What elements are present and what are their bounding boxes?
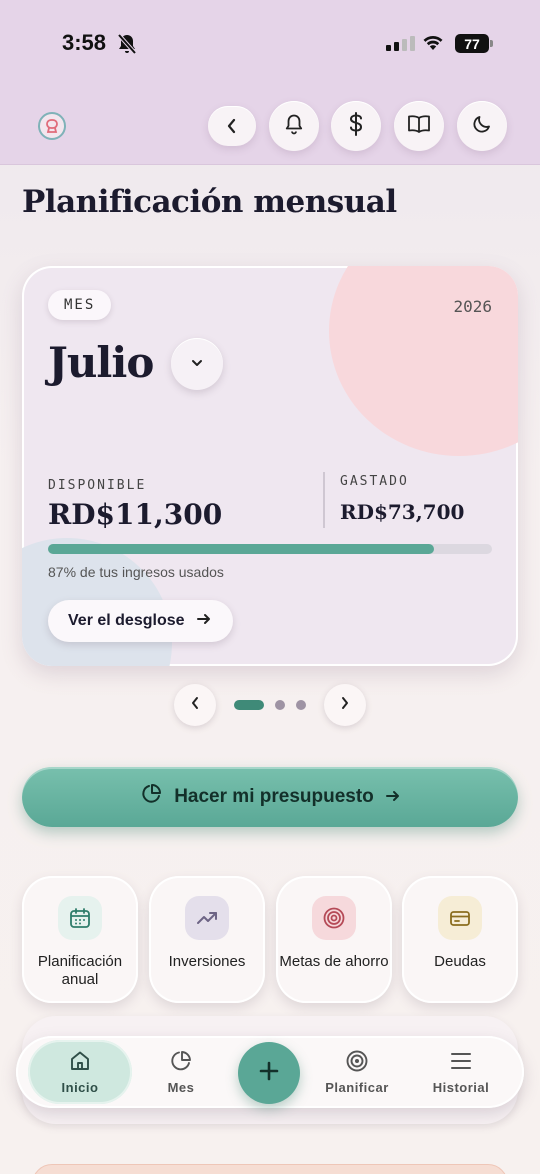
- arrow-right-icon: [196, 612, 211, 630]
- menu-icon: [411, 1048, 511, 1074]
- battery-indicator: 77: [455, 34, 493, 53]
- month-card: MES 2026 Julio DISPONIBLE RD$11,300 GAST…: [22, 266, 518, 666]
- notifications-button[interactable]: [269, 101, 319, 151]
- pie-chart-icon: [140, 783, 162, 811]
- nav-item-historial[interactable]: Historial: [411, 1040, 511, 1104]
- book-icon: [407, 114, 431, 139]
- make-budget-button[interactable]: Hacer mi presupuesto: [22, 767, 518, 827]
- tile-label: Metas de ahorro: [279, 953, 389, 970]
- tile-label: Deudas: [434, 953, 486, 970]
- previous-card-button[interactable]: [174, 684, 216, 726]
- quick-action-investments[interactable]: Inversiones: [149, 876, 265, 1003]
- top-bar: 3:58 77: [0, 0, 540, 165]
- plus-icon: [257, 1059, 281, 1088]
- next-card-button[interactable]: [324, 684, 366, 726]
- usage-text: 87% de tus ingresos usados: [48, 564, 224, 580]
- month-chip: MES: [48, 290, 112, 320]
- cellular-signal-icon: [386, 36, 415, 51]
- available-label: DISPONIBLE: [48, 478, 147, 493]
- page-title: Planificación mensual: [22, 184, 397, 220]
- currency-button[interactable]: [331, 101, 381, 151]
- dark-mode-button[interactable]: [457, 101, 507, 151]
- target-icon: [307, 1048, 407, 1074]
- month-name: Julio: [48, 338, 154, 387]
- divider: [323, 472, 325, 528]
- app-logo-icon[interactable]: [38, 112, 66, 140]
- quick-action-annual-planning[interactable]: Planificación anual: [22, 876, 138, 1003]
- nav-label: Inicio: [61, 1080, 99, 1095]
- nav-item-mes[interactable]: Mes: [131, 1040, 231, 1104]
- make-budget-label: Hacer mi presupuesto: [174, 786, 374, 807]
- chevron-left-icon: [190, 696, 200, 715]
- nav-item-inicio[interactable]: Inicio: [28, 1040, 132, 1104]
- usage-progress-fill: [48, 544, 435, 554]
- pager-dot[interactable]: [275, 700, 285, 710]
- usage-progress-bar: [48, 544, 492, 554]
- nav-label: Historial: [432, 1080, 490, 1095]
- month-dropdown-button[interactable]: [171, 338, 223, 390]
- card-pager: [174, 684, 366, 726]
- nav-label: Mes: [167, 1080, 195, 1095]
- pie-chart-icon: [131, 1048, 231, 1074]
- nav-label: Planificar: [325, 1080, 389, 1095]
- tile-label: Planificación anual: [37, 953, 123, 988]
- available-value: RD$11,300: [48, 498, 223, 531]
- pager-dot-active[interactable]: [234, 700, 264, 710]
- nav-item-planificar[interactable]: Planificar: [307, 1040, 407, 1104]
- home-icon: [28, 1048, 132, 1074]
- arrow-right-icon: [385, 786, 400, 808]
- view-breakdown-button[interactable]: Ver el desglose: [48, 600, 233, 642]
- pager-dot[interactable]: [296, 700, 306, 710]
- bell-off-icon: [117, 33, 137, 60]
- dollar-icon: [348, 111, 364, 141]
- wifi-icon: [421, 33, 445, 56]
- year-label: 2026: [453, 297, 492, 316]
- calendar-icon: [58, 896, 102, 940]
- credit-card-icon: [438, 896, 482, 940]
- trending-up-icon: [185, 896, 229, 940]
- status-time: 3:58: [62, 30, 107, 55]
- bottom-nav: Inicio Mes Planificar Historial: [16, 1036, 524, 1108]
- view-breakdown-label: Ver el desglose: [68, 612, 185, 629]
- next-section-card: [32, 1164, 508, 1174]
- decorative-blob: [329, 266, 518, 456]
- add-button[interactable]: [238, 1042, 300, 1104]
- tile-label: Inversiones: [168, 953, 246, 970]
- spent-value: RD$73,700: [340, 500, 465, 524]
- moon-icon: [472, 114, 492, 139]
- bell-icon: [284, 113, 304, 140]
- quick-action-savings-goals[interactable]: Metas de ahorro: [276, 876, 392, 1003]
- target-icon: [312, 896, 356, 940]
- back-button[interactable]: [208, 106, 256, 146]
- quick-action-debts[interactable]: Deudas: [402, 876, 518, 1003]
- spent-label: GASTADO: [340, 474, 409, 489]
- chevron-right-icon: [340, 696, 350, 715]
- chevron-down-icon: [190, 355, 204, 373]
- guide-button[interactable]: [394, 101, 444, 151]
